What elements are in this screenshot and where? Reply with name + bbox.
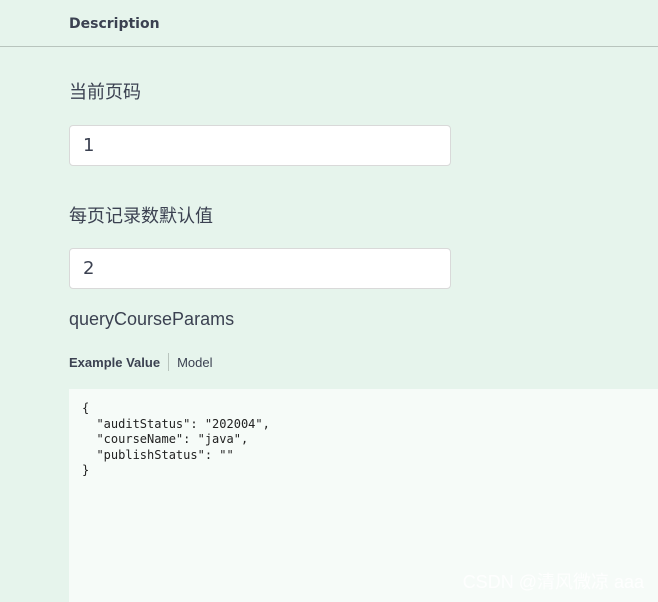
page-size-input[interactable] <box>69 248 451 289</box>
tab-model[interactable]: Model <box>177 355 212 370</box>
parameters-header: Description <box>0 0 658 47</box>
page-number-input[interactable] <box>69 125 451 166</box>
example-model-tabs: Example Value Model <box>69 353 212 371</box>
page-size-label: 每页记录数默认值 <box>69 206 213 227</box>
page-number-label: 当前页码 <box>69 82 141 103</box>
parameters-panel: Description 当前页码 每页记录数默认值 queryCoursePar… <box>0 0 658 602</box>
tab-divider <box>168 353 170 371</box>
csdn-watermark: CSDN @清风微凉 aaa <box>462 572 644 592</box>
description-column-header: Description <box>69 16 160 32</box>
body-param-name: queryCourseParams <box>69 309 235 329</box>
tab-example-value[interactable]: Example Value <box>69 355 160 370</box>
